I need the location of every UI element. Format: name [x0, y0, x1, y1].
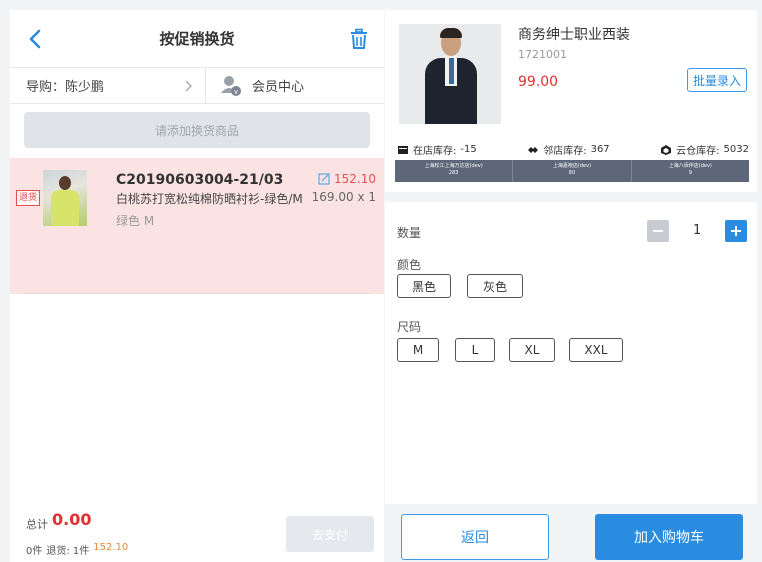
add-exchange-product-button[interactable]: 请添加换货商品: [24, 112, 370, 148]
neighbor-stock-value: 367: [590, 144, 610, 155]
member-center-button[interactable]: v 会员中心: [206, 75, 384, 97]
cart-item-row[interactable]: 退货 C20190603004-21/03 白桃苏打宽松纯棉防晒衬衫-绿色/M …: [10, 158, 384, 294]
page-title: 按促销换货: [159, 30, 235, 48]
store-name: 上海嘉袍店(dev): [552, 163, 592, 169]
store-name: 上海松江上海万达店(dev): [424, 163, 483, 169]
store-icon: [398, 145, 408, 154]
size-option-xl[interactable]: XL: [509, 338, 555, 362]
chevron-right-icon: [185, 80, 192, 91]
back-arrow-icon[interactable]: [24, 28, 46, 50]
store-cell[interactable]: 上海嘉袍店(dev) 80: [513, 160, 632, 182]
size-option-xxl[interactable]: XXL: [569, 338, 623, 362]
count-line: 0件 退货: 1件 152.10: [26, 542, 128, 557]
product-thumbnail: [43, 170, 87, 226]
color-option-black[interactable]: 黑色: [397, 274, 451, 298]
size-option-m[interactable]: M: [397, 338, 439, 362]
section-separator: [385, 192, 757, 202]
trash-icon[interactable]: [348, 28, 370, 50]
store-stock-label: 在店库存:: [413, 146, 457, 157]
quantity-decrease-button[interactable]: [647, 220, 669, 242]
store-cell[interactable]: 上海八佰伴店(dev) 9: [632, 160, 749, 182]
item-code: C20190603004-21/03: [116, 172, 284, 188]
order-panel: 按促销换货 导购：陈少鹏 v 会员中心 请添加换货商品 退货 C20190603…: [10, 10, 384, 562]
item-variant: 绿色 M: [116, 214, 155, 228]
return-amount: 152.10: [93, 542, 129, 553]
neighbor-stock: 邻店库存: 367: [527, 142, 610, 157]
total-value: 0.00: [52, 510, 92, 529]
store-stock: 在店库存: -15: [397, 142, 477, 157]
neighbor-stock-label: 邻店库存:: [543, 146, 587, 157]
divider: [24, 293, 370, 294]
cloud-warehouse-icon: [661, 144, 672, 155]
product-name: 商务绅士职业西装: [518, 27, 630, 43]
back-button[interactable]: 返回: [401, 514, 549, 560]
plus-icon: [731, 226, 741, 236]
store-name: 上海八佰伴店(dev): [668, 163, 712, 169]
return-badge: 退货: [16, 190, 41, 206]
store-count: 283: [448, 170, 459, 176]
return-count: 退货: 1件: [46, 546, 90, 557]
store-count: 9: [688, 170, 692, 176]
size-option-l[interactable]: L: [455, 338, 495, 362]
store-count: 80: [568, 170, 576, 176]
guide-selector[interactable]: 导购：陈少鹏: [10, 68, 206, 103]
order-footer: 总计 0.00 0件 退货: 1件 152.10 去支付: [10, 504, 384, 562]
app: 按促销换货 导购：陈少鹏 v 会员中心 请添加换货商品 退货 C20190603…: [0, 0, 762, 562]
total-label: 总计: [26, 518, 48, 531]
store-stock-table: 上海松江上海万达店(dev) 283 上海嘉袍店(dev) 80 上海八佰伴店(…: [395, 160, 749, 182]
item-quantity: 169.00 x 1: [311, 190, 376, 204]
member-avatar-icon: v: [221, 75, 241, 96]
svg-text:v: v: [234, 88, 238, 96]
guide-row: 导购：陈少鹏 v 会员中心: [10, 68, 384, 104]
guide-label: 导购：陈少鹏: [26, 80, 105, 95]
item-name: 白桃苏打宽松纯棉防晒衬衫-绿色/M: [116, 192, 303, 206]
quantity-label: 数量: [397, 226, 422, 240]
cloud-stock: 云仓库存: 5032: [660, 142, 749, 157]
stock-summary: 在店库存: -15 邻店库存: 367 云仓库存: 5032: [397, 142, 749, 157]
item-price-value: 152.10: [334, 172, 376, 186]
size-label: 尺码: [397, 320, 422, 334]
product-panel: 商务绅士职业西装 1721001 99.00 批量录入 在店库存: -15 邻店…: [385, 10, 757, 562]
order-header: 按促销换货: [10, 10, 384, 68]
store-cell[interactable]: 上海松江上海万达店(dev) 283: [395, 160, 514, 182]
minus-icon: [653, 230, 663, 232]
batch-entry-button[interactable]: 批量录入: [687, 68, 747, 92]
product-code: 1721001: [518, 48, 567, 61]
handshake-icon: [528, 146, 539, 153]
product-price: 99.00: [518, 74, 559, 90]
color-option-gray[interactable]: 灰色: [467, 274, 523, 298]
product-footer: 返回 加入购物车: [385, 504, 757, 562]
quantity-value[interactable]: 1: [693, 223, 701, 238]
edit-icon[interactable]: [318, 173, 330, 185]
cloud-stock-value: 5032: [723, 144, 749, 155]
item-price[interactable]: 152.10: [318, 172, 376, 186]
member-center-label: 会员中心: [252, 80, 305, 95]
cloud-stock-label: 云仓库存:: [676, 146, 720, 157]
quantity-increase-button[interactable]: [725, 220, 747, 242]
store-stock-value: -15: [460, 144, 477, 155]
item-count: 0件: [26, 546, 43, 557]
add-to-cart-button[interactable]: 加入购物车: [595, 514, 743, 560]
pay-button[interactable]: 去支付: [286, 516, 374, 552]
color-label: 颜色: [397, 258, 422, 272]
product-image: [399, 24, 501, 124]
